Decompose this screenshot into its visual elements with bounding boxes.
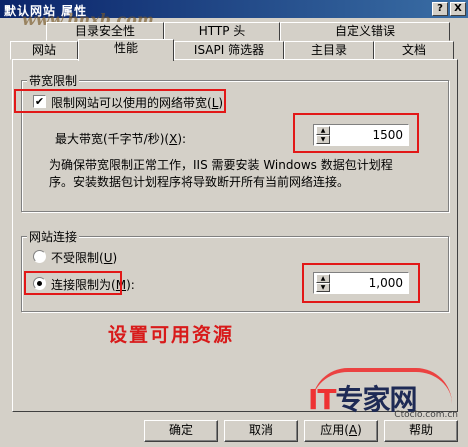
close-icon[interactable]: X [450,2,466,16]
tab-website[interactable]: 网站 [10,41,78,60]
apply-button[interactable]: 应用(A) [304,420,378,442]
unlimited-label[interactable]: 不受限制(U) [51,249,117,266]
tab-http-headers[interactable]: HTTP 头 [164,22,280,41]
ok-button[interactable]: 确定 [144,420,218,442]
scheduler-note-line2: 序。安装数据包计划程序将导致断开所有当前网络连接。 [49,175,350,189]
highlight-limit-checkbox [14,89,226,113]
tab-documents[interactable]: 文档 [374,41,454,60]
tab-isapi-filters[interactable]: ISAPI 筛选器 [174,41,284,60]
max-bandwidth-label: 最大带宽(千字节/秒)(X): [55,132,187,146]
tab-home-directory[interactable]: 主目录 [284,41,374,60]
logo-url: Ctocio.com.cn [394,410,458,420]
highlight-max-bandwidth [293,113,419,153]
connections-group-label: 网站连接 [27,228,80,245]
site-logo: IT专家网 Ctocio.com.cn [306,368,462,422]
unlimited-radio[interactable] [33,250,46,263]
help-icon[interactable]: ? [432,2,448,16]
cancel-button[interactable]: 取消 [224,420,298,442]
help-button[interactable]: 帮助 [384,420,458,442]
scheduler-note-line1: 为确保带宽限制正常工作，IIS 需要安装 Windows 数据包计划程 [49,158,393,172]
tab-custom-errors[interactable]: 自定义错误 [280,22,450,41]
bandwidth-group-label: 带宽限制 [27,72,80,89]
highlight-connection-limit [302,263,420,303]
annotation-text: 设置可用资源 [108,324,235,346]
tab-performance[interactable]: 性能 [78,39,174,61]
highlight-limited-radio [24,271,122,295]
